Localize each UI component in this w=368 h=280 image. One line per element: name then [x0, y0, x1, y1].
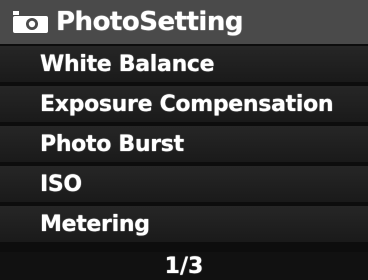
menu-item-label: Photo Burst	[40, 131, 184, 157]
page-indicator: 1/3	[0, 252, 368, 280]
camera-icon	[12, 10, 50, 34]
menu-item-iso[interactable]: ISO	[0, 166, 368, 202]
menu-item-label: Metering	[40, 211, 150, 237]
menu-item-label: White Balance	[40, 51, 215, 77]
menu-item-label: Exposure Compensation	[40, 91, 334, 117]
page-indicator-text: 1/3	[164, 253, 204, 279]
camera-settings-screen: PhotoSetting White Balance Exposure Comp…	[0, 0, 368, 280]
menu-header: PhotoSetting	[0, 0, 368, 44]
menu-item-white-balance[interactable]: White Balance	[0, 46, 368, 82]
menu-item-exposure-compensation[interactable]: Exposure Compensation	[0, 86, 368, 122]
page-title: PhotoSetting	[56, 7, 243, 37]
menu-item-label: ISO	[40, 171, 82, 197]
settings-menu: White Balance Exposure Compensation Phot…	[0, 46, 368, 246]
menu-item-metering[interactable]: Metering	[0, 206, 368, 242]
menu-item-photo-burst[interactable]: Photo Burst	[0, 126, 368, 162]
